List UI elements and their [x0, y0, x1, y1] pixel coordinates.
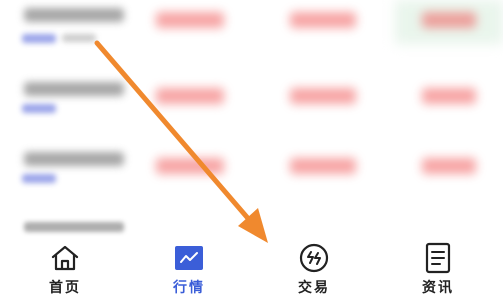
market-chart-icon — [172, 242, 206, 274]
last-price-blurred — [156, 12, 224, 28]
trade-icon — [297, 242, 331, 274]
stock-name-blurred — [24, 152, 124, 166]
change-percent-blurred — [290, 158, 356, 174]
stock-name-blurred — [24, 82, 124, 96]
home-icon — [48, 242, 82, 274]
tab-home[interactable]: 首页 — [25, 242, 105, 298]
change-percent-blurred — [290, 12, 356, 28]
tab-home-label: 首页 — [49, 280, 81, 296]
last-price-blurred — [156, 88, 224, 104]
stock-code-blurred — [22, 104, 56, 113]
stock-code-blurred — [22, 34, 56, 43]
stock-code-blurred — [22, 174, 56, 183]
tab-news[interactable]: 资讯 — [398, 242, 478, 298]
news-icon — [421, 242, 455, 274]
last-price-blurred — [156, 158, 224, 174]
stock-name-blurred — [24, 222, 124, 232]
tab-market-label: 行情 — [173, 280, 205, 296]
change-amount-blurred — [422, 88, 476, 104]
tab-trade[interactable]: 交易 — [274, 242, 354, 298]
change-percent-blurred — [290, 88, 356, 104]
quote-row[interactable] — [0, 0, 503, 60]
quote-list — [0, 0, 503, 238]
tab-news-label: 资讯 — [422, 280, 454, 296]
change-amount-blurred — [422, 158, 476, 174]
stock-name-blurred — [24, 8, 124, 22]
app-screen: 首页 行情 交易 资讯 — [0, 0, 503, 303]
bottom-tab-bar: 首页 行情 交易 资讯 — [0, 238, 503, 303]
tab-trade-label: 交易 — [298, 280, 330, 296]
stock-code-tail-blurred — [62, 34, 96, 42]
change-amount-blurred — [422, 12, 476, 28]
quote-row[interactable] — [0, 140, 503, 200]
quote-row[interactable] — [0, 70, 503, 130]
quote-row[interactable] — [0, 210, 503, 238]
tab-market[interactable]: 行情 — [149, 242, 229, 298]
